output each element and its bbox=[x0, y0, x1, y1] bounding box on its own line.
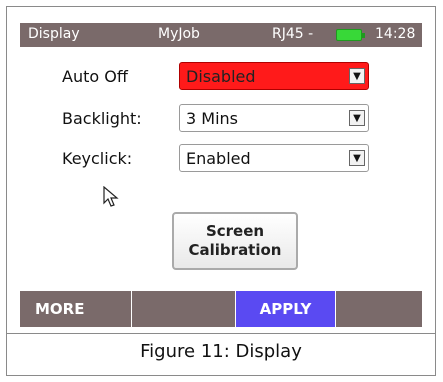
softkey-apply[interactable]: APPLY bbox=[236, 291, 336, 327]
calibration-line-2: Calibration bbox=[188, 241, 282, 259]
softkey-4[interactable] bbox=[336, 291, 422, 327]
calibration-line-1: Screen bbox=[205, 222, 265, 240]
softkey-2[interactable] bbox=[132, 291, 236, 327]
device-screen: Display MyJob RJ45 - 14:28 Auto Off Disa… bbox=[20, 23, 422, 331]
battery-icon bbox=[336, 29, 365, 41]
dropdown-arrow-icon[interactable]: ▼ bbox=[349, 150, 365, 166]
status-bar: Display MyJob RJ45 - 14:28 bbox=[20, 23, 422, 47]
dropdown-arrow-icon[interactable]: ▼ bbox=[349, 68, 365, 84]
auto-off-select[interactable]: Disabled ▼ bbox=[179, 62, 369, 90]
mouse-pointer-icon bbox=[103, 186, 119, 207]
softkey-more[interactable]: MORE bbox=[20, 291, 132, 327]
keyclick-label: Keyclick: bbox=[62, 149, 133, 168]
figure-caption: Figure 11: Display bbox=[140, 341, 302, 362]
backlight-select[interactable]: 3 Mins ▼ bbox=[179, 104, 369, 132]
status-screen-name: Display bbox=[28, 26, 80, 42]
screen-calibration-button[interactable]: Screen Calibration bbox=[172, 212, 298, 270]
auto-off-value: Disabled bbox=[186, 67, 256, 86]
dropdown-arrow-icon[interactable]: ▼ bbox=[349, 110, 365, 126]
softkey-bar: MORE APPLY bbox=[20, 291, 422, 327]
keyclick-select[interactable]: Enabled ▼ bbox=[179, 144, 369, 172]
status-port: RJ45 - bbox=[272, 26, 314, 42]
caption-divider bbox=[6, 333, 436, 334]
backlight-label: Backlight: bbox=[62, 109, 142, 128]
auto-off-label: Auto Off bbox=[62, 67, 128, 86]
status-job-name: MyJob bbox=[158, 26, 200, 42]
backlight-value: 3 Mins bbox=[186, 109, 238, 128]
keyclick-value: Enabled bbox=[186, 149, 251, 168]
status-time: 14:28 bbox=[375, 26, 416, 42]
